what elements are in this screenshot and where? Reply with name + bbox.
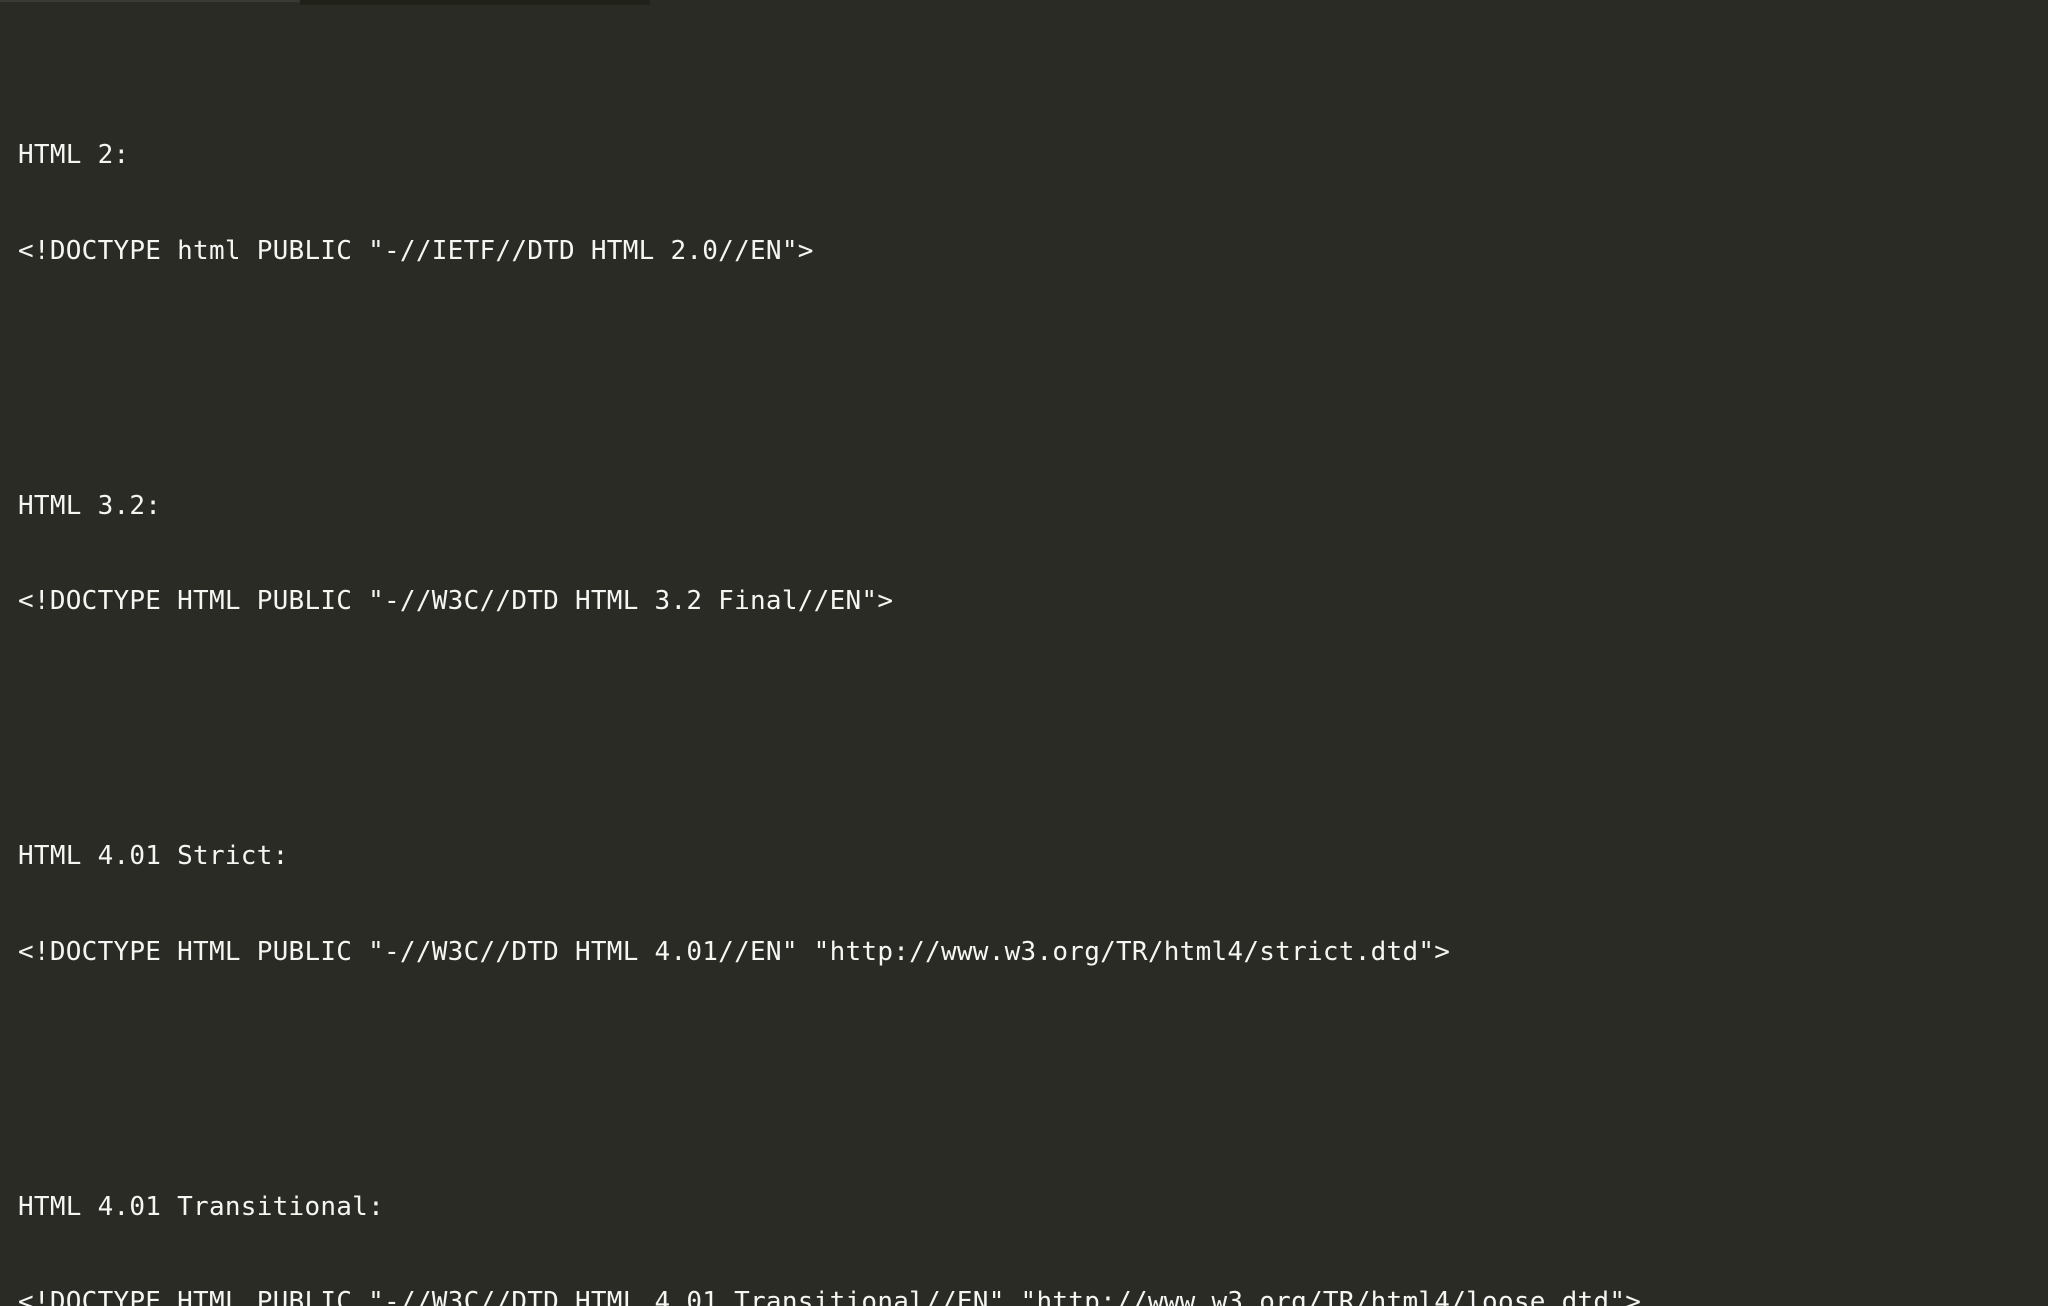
active-tab-hint xyxy=(0,0,300,5)
doctype-entry: HTML 4.01 Strict: <!DOCTYPE HTML PUBLIC … xyxy=(18,778,2030,1033)
doctype-label: HTML 4.01 Transitional: xyxy=(18,1192,2030,1224)
doctype-declaration: <!DOCTYPE HTML PUBLIC "-//W3C//DTD HTML … xyxy=(18,1287,2030,1306)
doctype-entry: HTML 3.2: <!DOCTYPE HTML PUBLIC "-//W3C/… xyxy=(18,427,2030,682)
inactive-tab-hint xyxy=(300,0,650,5)
editor-content[interactable]: HTML 2: <!DOCTYPE html PUBLIC "-//IETF//… xyxy=(0,7,2048,1306)
tab-strip xyxy=(0,0,2048,7)
doctype-declaration: <!DOCTYPE HTML PUBLIC "-//W3C//DTD HTML … xyxy=(18,586,2030,618)
doctype-declaration: <!DOCTYPE html PUBLIC "-//IETF//DTD HTML… xyxy=(18,236,2030,268)
doctype-entry: HTML 4.01 Transitional: <!DOCTYPE HTML P… xyxy=(18,1128,2030,1306)
doctype-entry: HTML 2: <!DOCTYPE html PUBLIC "-//IETF//… xyxy=(18,77,2030,332)
doctype-declaration: <!DOCTYPE HTML PUBLIC "-//W3C//DTD HTML … xyxy=(18,937,2030,969)
doctype-label: HTML 4.01 Strict: xyxy=(18,841,2030,873)
doctype-label: HTML 3.2: xyxy=(18,491,2030,523)
doctype-label: HTML 2: xyxy=(18,140,2030,172)
